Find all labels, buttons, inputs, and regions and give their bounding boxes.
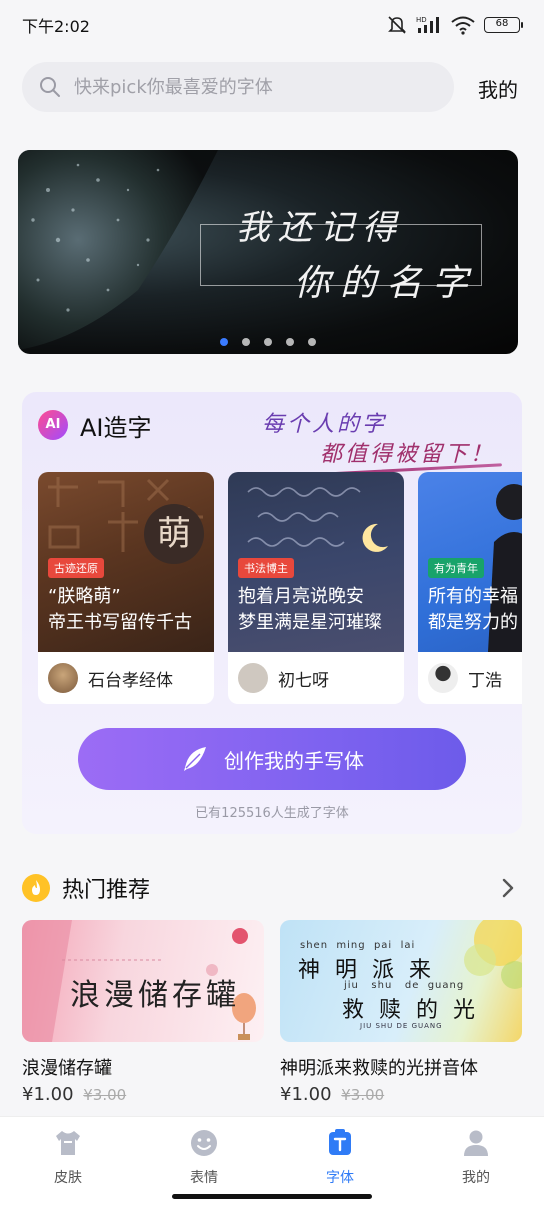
card-line2: 帝王书写留传千古 (48, 612, 192, 633)
big-character: 萌 (157, 514, 191, 554)
status-icons: HD 68 (386, 15, 523, 35)
product-price: ¥1.00 (280, 1084, 332, 1105)
pinyin-line2: jiu shu de guang (344, 980, 465, 991)
card-line2: 都是努力的 (428, 612, 518, 633)
product-cover-text: 浪漫储存罐 (70, 978, 240, 1013)
profile-icon (464, 1130, 488, 1156)
status-time: 下午2:02 (22, 17, 90, 36)
product-original-price: ¥3.00 (341, 1086, 385, 1104)
search-input[interactable] (74, 76, 414, 98)
ai-slogan-line2: 都值得被留下！ (320, 442, 496, 467)
hd-signal-icon: HD (416, 16, 439, 33)
svg-text:HD: HD (416, 16, 427, 24)
create-handwriting-button[interactable]: 创作我的手写体 (78, 728, 466, 790)
carousel-dot[interactable] (264, 338, 272, 346)
card-tag: 有为青年 (428, 558, 484, 578)
card-author: 石台孝经体 (88, 670, 173, 691)
banner-line1: 我还记得 (236, 208, 404, 248)
nav-label: 字体 (326, 1170, 354, 1186)
carousel-dots (18, 338, 518, 346)
nav-label: 表情 (190, 1170, 218, 1186)
card-line1: 所有的幸福 (428, 586, 518, 607)
home-indicator[interactable] (172, 1194, 372, 1199)
nav-item-font[interactable]: 字体 (300, 1127, 380, 1187)
product-price: ¥1.00 (22, 1084, 74, 1105)
font-icon (329, 1129, 351, 1155)
card-tag: 古迹还原 (48, 558, 104, 578)
create-button-label: 创作我的手写体 (224, 748, 364, 773)
emoji-icon (191, 1130, 217, 1156)
nav-label: 我的 (462, 1170, 490, 1186)
carousel-dot[interactable] (242, 338, 250, 346)
big-character-badge: 萌 (144, 504, 204, 564)
ai-font-card[interactable]: 有为青年 所有的幸福 都是努力的 丁浩 (418, 472, 522, 704)
status-bar: 下午2:02 HD 68 (0, 0, 544, 50)
product-price-row: ¥1.00 ¥3.00 (280, 1084, 522, 1105)
card-tag: 书法博主 (238, 558, 294, 578)
ai-font-card[interactable]: 书法博主 抱着月亮说晚安 梦里满是星河璀璨 初七呀 (228, 472, 404, 704)
banner-carousel[interactable]: 我还记得 你的名字 (18, 150, 518, 354)
nav-label: 皮肤 (54, 1170, 82, 1186)
card-author: 初七呀 (278, 670, 329, 691)
chevron-right-icon[interactable] (498, 874, 518, 902)
cover-caption: JIU SHU DE GUANG (360, 1022, 443, 1030)
shirt-icon (56, 1131, 80, 1155)
product-card[interactable]: shen ming pai lai 神 明 派 来 jiu shu de gua… (280, 920, 522, 1105)
card-author-row: 初七呀 (228, 652, 404, 704)
search-icon (40, 77, 60, 97)
ai-font-section: AI AI造字 每个人的字 都值得被留下！ 萌 古迹还原 “朕略萌” 帝王书写留… (22, 392, 522, 834)
product-price-row: ¥1.00 ¥3.00 (22, 1084, 264, 1105)
avatar (238, 663, 268, 693)
ai-font-card[interactable]: 萌 古迹还原 “朕略萌” 帝王书写留传千古 石台孝经体 (38, 472, 214, 704)
nav-item-skin[interactable]: 皮肤 (28, 1127, 108, 1187)
carousel-dot[interactable] (308, 338, 316, 346)
ai-section-title: AI造字 (80, 414, 152, 442)
banner-line2: 你的名字 (294, 263, 479, 304)
cover-chars-line2: 救 赎 的 光 (342, 998, 479, 1023)
ai-logo-icon: AI (38, 410, 68, 440)
search-bar[interactable] (22, 62, 454, 112)
card-author-row: 丁浩 (418, 652, 522, 704)
product-cover: 浪漫储存罐 (22, 920, 264, 1042)
pinyin-line1: shen ming pai lai (300, 940, 416, 951)
mute-icon (388, 16, 406, 34)
avatar (48, 663, 78, 693)
battery-icon: 68 (484, 17, 523, 33)
carousel-dot[interactable] (220, 338, 228, 346)
card-line2: 梦里满是星河璀璨 (238, 612, 382, 633)
hot-section-header[interactable]: 热门推荐 (22, 870, 522, 906)
product-cover: shen ming pai lai 神 明 派 来 jiu shu de gua… (280, 920, 522, 1042)
nav-item-emoji[interactable]: 表情 (164, 1127, 244, 1187)
card-line1: 抱着月亮说晚安 (238, 586, 364, 607)
feather-icon (184, 747, 206, 771)
carousel-dot[interactable] (286, 338, 294, 346)
hot-section-title: 热门推荐 (62, 878, 151, 903)
ai-slogan-line1: 每个人的字 (262, 412, 388, 437)
product-original-price: ¥3.00 (83, 1086, 127, 1104)
product-name: 神明派来救赎的光拼音体 (280, 1058, 478, 1079)
generated-count: 已有125516人生成了字体 (195, 806, 349, 821)
product-card[interactable]: 浪漫储存罐 浪漫储存罐 ¥1.00 ¥3.00 (22, 920, 264, 1105)
card-author-row: 石台孝经体 (38, 652, 214, 704)
card-author: 丁浩 (468, 670, 502, 691)
wifi-icon (451, 16, 475, 35)
mine-link[interactable]: 我的 (478, 74, 518, 103)
card-line1: “朕略萌” (48, 586, 121, 607)
avatar (428, 663, 458, 693)
nav-item-mine[interactable]: 我的 (436, 1127, 516, 1187)
product-name: 浪漫储存罐 (22, 1058, 112, 1079)
fire-icon (22, 874, 50, 902)
